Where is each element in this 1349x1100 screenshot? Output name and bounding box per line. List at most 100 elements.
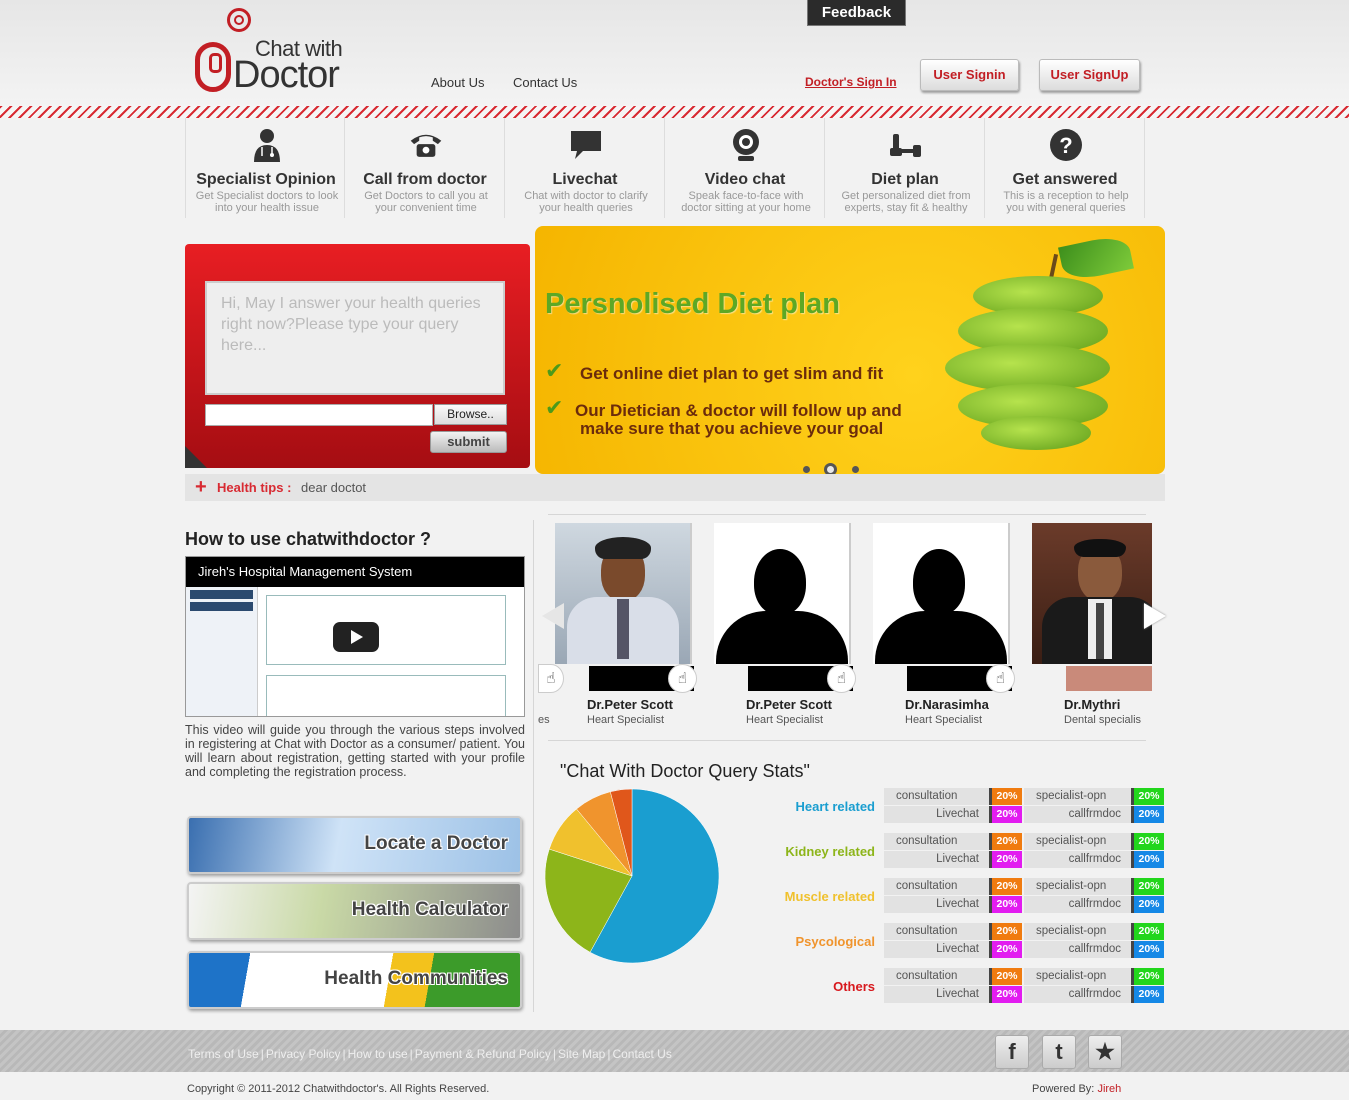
carousel-prev-arrow-icon[interactable] <box>542 603 564 629</box>
footer-link[interactable]: How to use <box>348 1047 408 1061</box>
stat-livechat: Livechat <box>884 941 989 958</box>
stat-percent: 20% <box>989 923 1022 940</box>
video-player[interactable]: Jireh's Hospital Management System <box>185 556 525 717</box>
powered-by-link[interactable]: Jireh <box>1097 1083 1121 1095</box>
tool-label: Locate a Doctor <box>364 833 508 854</box>
video-thumbnail-form <box>266 595 506 665</box>
stat-specialist: specialist-opn <box>1024 923 1131 940</box>
footer-link[interactable]: Contact Us <box>612 1047 671 1061</box>
slide-dot-3[interactable] <box>852 466 859 473</box>
service-get-answered[interactable]: ? Get answered This is a reception to he… <box>985 118 1145 218</box>
logo[interactable]: Chat with Doctor <box>193 8 368 96</box>
stat-percent: 20% <box>1131 788 1164 805</box>
stats-category-label[interactable]: Muscle related <box>745 889 875 904</box>
stat-label: specialist-opn <box>1036 790 1107 802</box>
tool-label: Health Calculator <box>351 899 508 920</box>
health-communities-button[interactable]: Health Communities <box>187 951 522 1009</box>
stat-label: consultation <box>896 835 958 847</box>
stat-percent: 20% <box>1131 851 1164 868</box>
query-stats-pie-chart <box>544 788 720 964</box>
stat-label: specialist-opn <box>1036 925 1107 937</box>
service-desc: This is a reception to help you with gen… <box>1003 190 1129 214</box>
footer-link[interactable]: Site Map <box>558 1047 605 1061</box>
carousel-next-arrow-icon[interactable] <box>1144 603 1166 629</box>
health-tips-text[interactable]: dear doctot <box>301 474 366 501</box>
service-call-from-doctor[interactable]: Call from doctor Get Doctors to call you… <box>345 118 505 218</box>
stat-consultation: consultation <box>884 968 989 985</box>
twitter-icon[interactable]: t <box>1042 1035 1076 1069</box>
user-signin-button[interactable]: User Signin <box>920 59 1019 91</box>
stat-percent: 20% <box>1131 986 1164 1003</box>
favorite-star-icon[interactable]: ★ <box>1088 1035 1122 1069</box>
file-path-input[interactable] <box>205 404 433 426</box>
service-livechat[interactable]: Livechat Chat with doctor to clarify you… <box>505 118 665 218</box>
stat-percent: 20% <box>1131 923 1164 940</box>
banner-point-2b: make sure that you achieve your goal <box>580 419 884 438</box>
stats-category-label[interactable]: Heart related <box>745 799 875 814</box>
play-button-icon[interactable] <box>333 622 379 652</box>
stat-label: Livechat <box>936 898 979 910</box>
hand-pointer-icon[interactable]: ☝ <box>668 664 697 693</box>
service-title: Diet plan <box>871 171 939 188</box>
doctor-photo <box>1032 523 1152 664</box>
footer-link[interactable]: Payment & Refund Policy <box>415 1047 551 1061</box>
hand-pointer-icon[interactable]: ☝ <box>986 664 1015 693</box>
service-diet-plan[interactable]: Diet plan Get personalized diet from exp… <box>825 118 985 218</box>
hand-pointer-icon[interactable]: ☝ <box>827 664 856 693</box>
powered-by-label: Powered By: <box>1032 1083 1095 1095</box>
user-signup-button[interactable]: User SignUp <box>1039 59 1140 91</box>
facebook-icon[interactable]: f <box>995 1035 1029 1069</box>
footer-link[interactable]: Privacy Policy <box>266 1047 341 1061</box>
footer-link[interactable]: Terms of Use <box>188 1047 259 1061</box>
service-title: Livechat <box>552 171 618 188</box>
diet-plan-banner[interactable]: Persnolised Diet plan ✔ Get online diet … <box>535 226 1165 474</box>
stat-consultation: consultation <box>884 923 989 940</box>
stats-title: "Chat With Doctor Query Stats" <box>560 761 810 781</box>
doctor-specialty: Dental specialis <box>1064 714 1142 726</box>
footer-separator: | <box>342 1047 346 1061</box>
stat-label: consultation <box>896 790 958 802</box>
service-desc: Chat with doctor to clarify your health … <box>524 190 648 214</box>
doctor-specialty: Heart Specialist <box>587 714 665 726</box>
service-title: Call from doctor <box>363 171 487 188</box>
stat-label: Livechat <box>936 943 979 955</box>
doctor-signin-link[interactable]: Doctor's Sign In <box>805 75 897 89</box>
health-calculator-button[interactable]: Health Calculator <box>187 882 522 940</box>
nav-contact-us[interactable]: Contact Us <box>513 75 577 90</box>
stats-category-label[interactable]: Psycological <box>745 934 875 949</box>
doctor-name: Dr.Peter Scott <box>587 697 673 712</box>
doctor-card[interactable]: ☝ Dr.Narasimha Heart Specialist <box>856 523 1015 733</box>
stat-percent: 20% <box>989 833 1022 850</box>
feedback-button[interactable]: Feedback <box>807 0 906 26</box>
stat-specialist: specialist-opn <box>1024 968 1131 985</box>
query-textarea[interactable]: Hi, May I answer your health queries rig… <box>205 281 505 395</box>
plus-icon: + <box>195 476 207 498</box>
divider <box>548 514 1146 515</box>
stat-label: consultation <box>896 970 958 982</box>
stat-label: specialist-opn <box>1036 970 1107 982</box>
nav-about-us[interactable]: About Us <box>431 75 484 90</box>
doctor-card[interactable]: ☝ Dr.Peter Scott Heart Specialist <box>697 523 856 733</box>
header-stripe <box>0 106 1349 118</box>
doctor-card[interactable]: Dr.Mythri Dental specialis <box>1015 523 1152 733</box>
howto-title: How to use chatwithdoctor ? <box>185 529 431 549</box>
stat-callfrmdoc: callfrmdoc <box>1024 851 1131 868</box>
locate-doctor-button[interactable]: Locate a Doctor <box>187 816 522 874</box>
service-video-chat[interactable]: Video chat Speak face-to-face with docto… <box>665 118 825 218</box>
green-apple-image <box>945 233 1134 450</box>
service-desc: Speak face-to-face with doctor sitting a… <box>681 190 811 214</box>
stats-category-label[interactable]: Kidney related <box>745 844 875 859</box>
service-specialist-opinion[interactable]: Specialist Opinion Get Specialist doctor… <box>185 118 345 218</box>
slide-dot-1[interactable] <box>803 466 810 473</box>
submit-button[interactable]: submit <box>430 431 507 453</box>
stat-livechat: Livechat <box>884 986 989 1003</box>
stat-callfrmdoc: callfrmdoc <box>1024 806 1131 823</box>
browse-button[interactable]: Browse.. <box>434 404 507 425</box>
stat-percent: 20% <box>1131 896 1164 913</box>
stat-consultation: consultation <box>884 833 989 850</box>
stat-percent: 20% <box>989 851 1022 868</box>
stats-category-label[interactable]: Others <box>745 979 875 994</box>
stat-consultation: consultation <box>884 788 989 805</box>
service-desc: Get personalized diet from experts, stay… <box>841 190 971 214</box>
stat-livechat: Livechat <box>884 896 989 913</box>
